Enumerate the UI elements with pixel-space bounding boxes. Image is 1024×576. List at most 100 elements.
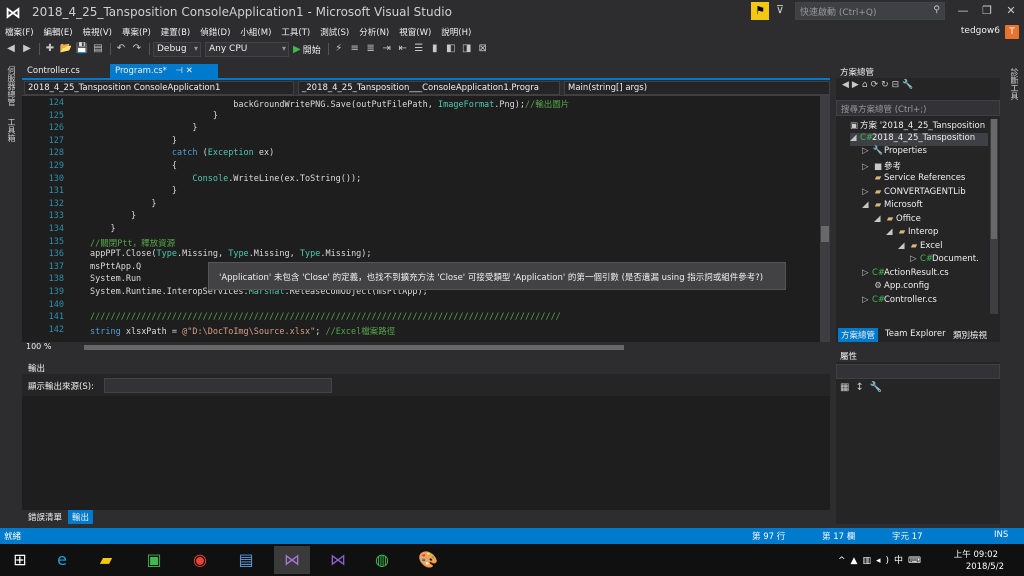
expand-arrow-icon[interactable]: ◢	[862, 200, 872, 210]
alphabetical-icon[interactable]: ↕	[855, 382, 869, 393]
network-app-icon[interactable]: ▤	[228, 546, 264, 574]
expand-arrow-icon[interactable]: ▷	[862, 187, 872, 197]
sync-icon[interactable]: ⟳	[871, 80, 882, 90]
code-line[interactable]: ////////////////////////////////////////…	[90, 312, 561, 322]
menu-item[interactable]: 測試(S)	[315, 26, 354, 38]
tab-solution-explorer[interactable]: 方案總管	[838, 328, 879, 342]
tree-item[interactable]: ◢ ▰ Interop	[886, 227, 988, 240]
uncomment-icon[interactable]: ≣	[364, 42, 378, 56]
visual-studio-icon[interactable]: ⋈	[274, 546, 310, 574]
tree-item[interactable]: ▷ ■ 參考	[862, 160, 988, 173]
collapse-icon[interactable]: ⊟	[892, 80, 903, 90]
expand-arrow-icon[interactable]: ◢	[898, 241, 908, 251]
solution-search-input[interactable]: 搜尋方案總管 (Ctrl+;)	[836, 100, 1000, 116]
network-icon[interactable]: ▥	[862, 556, 876, 566]
toolbox-tab[interactable]: 工具箱	[5, 118, 17, 142]
next-bookmark-icon[interactable]: ◨	[460, 42, 474, 56]
forward-icon[interactable]: ▶	[852, 80, 862, 90]
save-all-icon[interactable]: ▤	[91, 42, 105, 56]
start-debugging-button[interactable]: ▶ 開始	[293, 43, 321, 56]
tree-item[interactable]: ▷ C#Document.	[910, 254, 988, 267]
expand-arrow-icon[interactable]: ▷	[910, 254, 920, 264]
tree-item[interactable]: ▣ 方案 '2018_4_25_Tansposition	[838, 119, 988, 132]
line-app-icon[interactable]: ◍	[364, 546, 400, 574]
solution-scrollbar[interactable]	[990, 119, 998, 314]
code-line[interactable]: catch (Exception ex)	[90, 148, 274, 158]
expand-arrow-icon[interactable]: ▷	[862, 162, 872, 172]
user-name[interactable]: tedgow6	[961, 26, 1000, 36]
open-folder-icon[interactable]: 📂	[59, 42, 73, 56]
tab-output[interactable]: 輸出	[68, 510, 94, 524]
expand-arrow-icon[interactable]: ◢	[874, 214, 884, 224]
expand-arrow-icon[interactable]: ▷	[862, 268, 872, 278]
close-tab-icon[interactable]: ✕	[186, 66, 193, 76]
output-text-area[interactable]	[22, 396, 830, 510]
code-line[interactable]: System.Run	[90, 274, 141, 284]
class-dropdown[interactable]: _2018_4_25_Tansposition___ConsoleApplica…	[298, 81, 560, 95]
code-line[interactable]: appPPT.Close(Type.Missing, Type.Missing,…	[90, 249, 372, 259]
format-icon[interactable]: ☰	[412, 42, 426, 56]
maximize-button[interactable]: ❐	[976, 2, 998, 20]
chrome-icon[interactable]: ◉	[182, 546, 218, 574]
menu-item[interactable]: 建置(B)	[156, 26, 195, 38]
editor-vertical-scrollbar[interactable]	[820, 96, 830, 342]
redo-icon[interactable]: ↷	[130, 42, 144, 56]
notification-flag-icon[interactable]: ⚑	[751, 2, 769, 20]
paint-icon[interactable]: 🎨	[410, 546, 446, 574]
tab-controller-cs[interactable]: Controller.cs	[22, 64, 107, 78]
windows-start-icon[interactable]: ⊞	[2, 546, 38, 574]
filter-icon[interactable]: ⊽	[776, 3, 784, 16]
expand-arrow-icon[interactable]: ◢	[886, 227, 896, 237]
back-icon[interactable]: ◀	[842, 80, 852, 90]
tree-item[interactable]: ◢ ▰ Excel	[898, 241, 988, 254]
diagnostic-tools-tab[interactable]: 診斷工具	[1009, 68, 1020, 100]
tree-item[interactable]: ◢ ▰ Microsoft	[862, 200, 988, 213]
avatar[interactable]: T	[1005, 25, 1019, 39]
code-line[interactable]: string xlsxPath = @"D:\DocToImg\Source.x…	[90, 325, 395, 337]
undo-icon[interactable]: ↶	[114, 42, 128, 56]
menu-item[interactable]: 檢視(V)	[78, 26, 117, 38]
code-line[interactable]: }	[90, 123, 197, 133]
properties-object-select[interactable]	[836, 364, 1000, 379]
tab-program-cs[interactable]: Program.cs* ⊣ ✕	[110, 64, 218, 78]
tree-item[interactable]: ◢ ▰ Office	[874, 214, 988, 227]
tree-item[interactable]: ⚙ App.config	[862, 281, 988, 294]
platform-select[interactable]: Any CPU ▾	[205, 41, 289, 57]
forward-icon[interactable]: ▶	[20, 42, 34, 56]
store-icon[interactable]: ▣	[136, 546, 172, 574]
code-line[interactable]: }	[90, 136, 177, 146]
menu-item[interactable]: 視窗(W)	[394, 26, 436, 38]
clock-date[interactable]: 2018/5/2	[966, 562, 1004, 572]
configuration-select[interactable]: Debug ▾	[153, 41, 201, 57]
menu-item[interactable]: 專案(P)	[117, 26, 156, 38]
menu-item[interactable]: 分析(N)	[354, 26, 394, 38]
code-line[interactable]: }	[90, 111, 218, 121]
code-editor[interactable]: 124 backGroundWritePNG.Save(outPutFilePa…	[22, 96, 820, 342]
scroll-thumb[interactable]	[991, 119, 997, 239]
tab-team-explorer[interactable]: Team Explorer	[882, 328, 949, 340]
code-line[interactable]: }	[90, 224, 115, 234]
save-icon[interactable]: 💾	[75, 42, 89, 56]
categorized-icon[interactable]: ▦	[840, 382, 855, 393]
browser-link-icon[interactable]: ⚡	[332, 42, 346, 56]
acrobat-icon[interactable]: ▲	[851, 556, 863, 566]
menu-item[interactable]: 偵錯(D)	[195, 26, 235, 38]
menu-item[interactable]: 小組(M)	[235, 26, 276, 38]
tree-item[interactable]: ◢ C#2018_4_25_Tansposition	[850, 132, 988, 146]
close-button[interactable]: ✕	[1000, 2, 1022, 20]
code-line[interactable]: msPttApp.Q	[90, 262, 141, 272]
comment-icon[interactable]: ≡	[348, 42, 362, 56]
properties-icon[interactable]: 🔧	[902, 80, 916, 90]
horizontal-scroll-thumb[interactable]	[84, 345, 624, 350]
quick-launch-input[interactable]: 快速啟動 (Ctrl+Q) ⚲	[795, 2, 945, 20]
code-line[interactable]: backGroundWritePNG.Save(outPutFilePath, …	[90, 98, 569, 110]
tree-item[interactable]: ▷ 🔧Properties	[862, 146, 988, 159]
property-pages-icon[interactable]: 🔧	[870, 382, 888, 393]
tab-class-view[interactable]: 類別檢視	[950, 328, 990, 342]
code-line[interactable]: Console.WriteLine(ex.ToString());	[90, 174, 361, 184]
code-line[interactable]: }	[90, 199, 156, 209]
expand-arrow-icon[interactable]: ◢	[850, 133, 860, 143]
scroll-thumb[interactable]	[821, 226, 829, 242]
clear-bookmarks-icon[interactable]: ⊠	[476, 42, 490, 56]
visual-studio-alt-icon[interactable]: ⋈	[320, 546, 356, 574]
